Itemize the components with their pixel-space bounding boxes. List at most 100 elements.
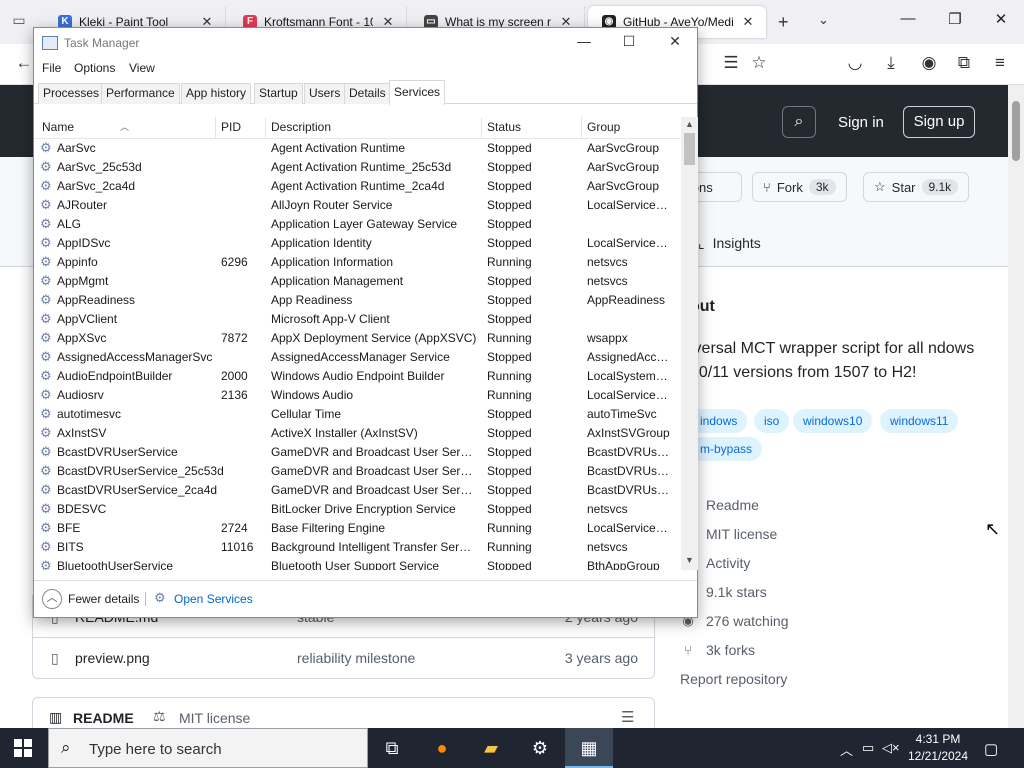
outline-list-icon[interactable]: ☰ (621, 708, 634, 726)
tab-app-history[interactable]: App history (181, 83, 252, 104)
close-window-icon[interactable]: ✕ (986, 10, 1016, 28)
minimize-icon[interactable]: — (569, 33, 599, 49)
column-divider[interactable] (581, 117, 582, 139)
table-row[interactable]: ⚙ AarSvc Agent Activation Runtime Stopped Aa… (34, 139, 681, 158)
downloads-icon[interactable]: ⤓ (879, 53, 903, 73)
table-row[interactable]: ⚙ BFE 2724 Base Filtering Engine Running Loca… (34, 519, 681, 538)
table-row[interactable]: ⚙ BcastDVRUserService GameDVR and Broadcas… (34, 443, 681, 462)
table-row[interactable]: ⚙ AppIDSvc Application Identity Stopped Loca… (34, 234, 681, 253)
table-row[interactable]: ⚙ BDESVC BitLocker Drive Encryption Servic… (34, 500, 681, 519)
table-row[interactable]: ⚙ AssignedAccessManagerSvc AssignedAccessM… (34, 348, 681, 367)
volume-muted-icon[interactable]: ◁× (882, 740, 900, 756)
table-row[interactable]: ⚙ ALG Application Layer Gateway Service Sto… (34, 215, 681, 234)
close-tab-icon[interactable]: ✕ (740, 14, 756, 30)
menu-item-options[interactable]: Options (74, 61, 115, 75)
column-divider[interactable] (481, 117, 482, 139)
column-header-description[interactable]: Description (271, 120, 331, 134)
table-row[interactable]: ⚙ AudioEndpointBuilder 2000 Windows Audio E… (34, 367, 681, 386)
fewer-details-button[interactable]: Fewer details (68, 592, 139, 606)
column-divider[interactable] (265, 117, 266, 139)
tab-startup[interactable]: Startup (254, 83, 303, 104)
topic-tag[interactable]: iso (754, 409, 790, 433)
system-clock[interactable]: 4:31 PM 12/21/2024 (900, 731, 976, 765)
menu-icon[interactable]: ≡ (988, 53, 1012, 73)
table-row[interactable]: ⚙ AarSvc_25c53d Agent Activation Runtime_2… (34, 158, 681, 177)
settings-gear-icon[interactable]: ⚙ (516, 728, 564, 768)
table-scrollbar-thumb[interactable] (684, 133, 695, 165)
topic-tag[interactable]: windows11 (880, 409, 959, 433)
fork-button[interactable]: ⑂ Fork 3k (752, 172, 847, 202)
close-icon[interactable]: ✕ (660, 33, 690, 50)
tab-list-chevron-icon[interactable]: ⌄ (818, 12, 829, 28)
menu-item-view[interactable]: View (129, 61, 155, 75)
table-row[interactable]: ⚙ BITS 11016 Background Intelligent Transfe… (34, 538, 681, 557)
table-row[interactable]: ⚙ AppMgmt Application Management Stopped net… (34, 272, 681, 291)
sidebar-link[interactable]: ⑂ 3k forks (680, 642, 755, 658)
topic-tag[interactable]: windows10 (793, 409, 873, 433)
readme-tab[interactable]: README (73, 710, 134, 726)
open-services-link[interactable]: Open Services (174, 592, 253, 606)
new-tab-button[interactable]: + (778, 12, 789, 33)
menu-item-file[interactable]: File (42, 61, 61, 75)
maximize-icon[interactable]: ❐ (940, 10, 970, 28)
chevron-up-icon[interactable]: ︿ (42, 589, 62, 609)
task-manager-titlebar[interactable]: Task Manager — ☐ ✕ (34, 28, 697, 58)
sign-in-link[interactable]: Sign in (838, 114, 884, 131)
table-row[interactable]: ⚙ AppVClient Microsoft App-V Client Stopped (34, 310, 681, 329)
file-row[interactable]: ▯ preview.png reliability milestone 3 years… (33, 637, 654, 678)
table-row[interactable]: ⚙ Audiosrv 2136 Windows Audio Running LocalSe… (34, 386, 681, 405)
tab-performance[interactable]: Performance (101, 83, 180, 104)
tab-services[interactable]: Services (389, 80, 446, 105)
tab-users[interactable]: Users (304, 83, 346, 104)
notifications-icon[interactable]: ▢ (984, 740, 998, 758)
taskbar-search-box[interactable]: ⌕ Type here to search (48, 728, 368, 768)
network-icon[interactable]: ▭ (862, 740, 874, 756)
reader-view-icon[interactable]: ☰ (719, 53, 743, 73)
table-row[interactable]: ⚙ BcastDVRUserService_2ca4d GameDVR and Br… (34, 481, 681, 500)
table-row[interactable]: ⚙ Appinfo 6296 Application Information Runni… (34, 253, 681, 272)
page-scrollbar-thumb[interactable] (1012, 101, 1020, 161)
windows-start-icon[interactable] (14, 739, 32, 757)
commit-message[interactable]: reliability milestone (297, 650, 415, 666)
pocket-icon[interactable]: ◡ (843, 53, 867, 73)
table-row[interactable]: ⚙ AJRouter AllJoyn Router Service Stopped Lo… (34, 196, 681, 215)
topic-tag[interactable]: m-bypass (690, 437, 763, 461)
extensions-icon[interactable]: ⧉ (952, 53, 976, 73)
task-manager-taskbar-icon[interactable]: ▦ (565, 728, 613, 768)
table-row[interactable]: ⚙ BluetoothUserService Bluetooth User Supp… (34, 557, 681, 570)
list-all-tabs-icon[interactable]: ▭ (8, 12, 30, 32)
star-button[interactable]: ☆ Star 9.1k (863, 172, 970, 202)
sign-up-button[interactable]: Sign up (903, 106, 975, 138)
file-explorer-icon[interactable]: ▰ (467, 728, 515, 768)
insights-tab[interactable]: ⌞ Insights (698, 235, 761, 252)
scroll-down-icon[interactable]: ▼ (681, 555, 698, 565)
tab-details[interactable]: Details (344, 83, 391, 104)
column-header-status[interactable]: Status (487, 120, 521, 134)
table-row[interactable]: ⚙ AppXSvc 7872 AppX Deployment Service (App… (34, 329, 681, 348)
file-name[interactable]: preview.png (75, 650, 150, 666)
firefox-icon[interactable]: ● (418, 728, 466, 768)
chevron-up-icon[interactable]: ︿ (840, 740, 853, 759)
search-icon[interactable]: ⌕ (782, 106, 816, 138)
table-row[interactable]: ⚙ autotimesvc Cellular Time Stopped autoTime… (34, 405, 681, 424)
page-scrollbar[interactable] (1008, 85, 1024, 728)
bookmark-star-icon[interactable]: ☆ (747, 53, 771, 73)
sidebar-link[interactable]: Report repository (680, 671, 787, 687)
column-header-pid[interactable]: PID (221, 120, 241, 134)
table-row[interactable]: ⚙ AarSvc_2ca4d Agent Activation Runtime_2c… (34, 177, 681, 196)
table-row[interactable]: ⚙ BcastDVRUserService_25c53d GameDVR and B… (34, 462, 681, 481)
maximize-icon[interactable]: ☐ (614, 33, 644, 50)
license-tab[interactable]: MIT license (179, 710, 250, 726)
column-header-name[interactable]: Name (42, 120, 74, 134)
table-row[interactable]: ⚙ AppReadiness App Readiness Stopped AppRead… (34, 291, 681, 310)
table-row[interactable]: ⚙ AxInstSV ActiveX Installer (AxInstSV) Sto… (34, 424, 681, 443)
column-divider[interactable] (215, 117, 216, 139)
minimize-icon[interactable]: — (893, 10, 923, 27)
account-icon[interactable]: ◉ (917, 53, 941, 73)
table-scrollbar[interactable]: ▲ ▼ (681, 117, 698, 570)
column-header-group[interactable]: Group (587, 120, 620, 134)
task-view-icon[interactable]: ⧉ (368, 728, 416, 768)
topic-tag[interactable]: indows (690, 409, 748, 433)
scroll-up-icon[interactable]: ▲ (681, 119, 698, 129)
tab-processes[interactable]: Processes (38, 83, 105, 104)
